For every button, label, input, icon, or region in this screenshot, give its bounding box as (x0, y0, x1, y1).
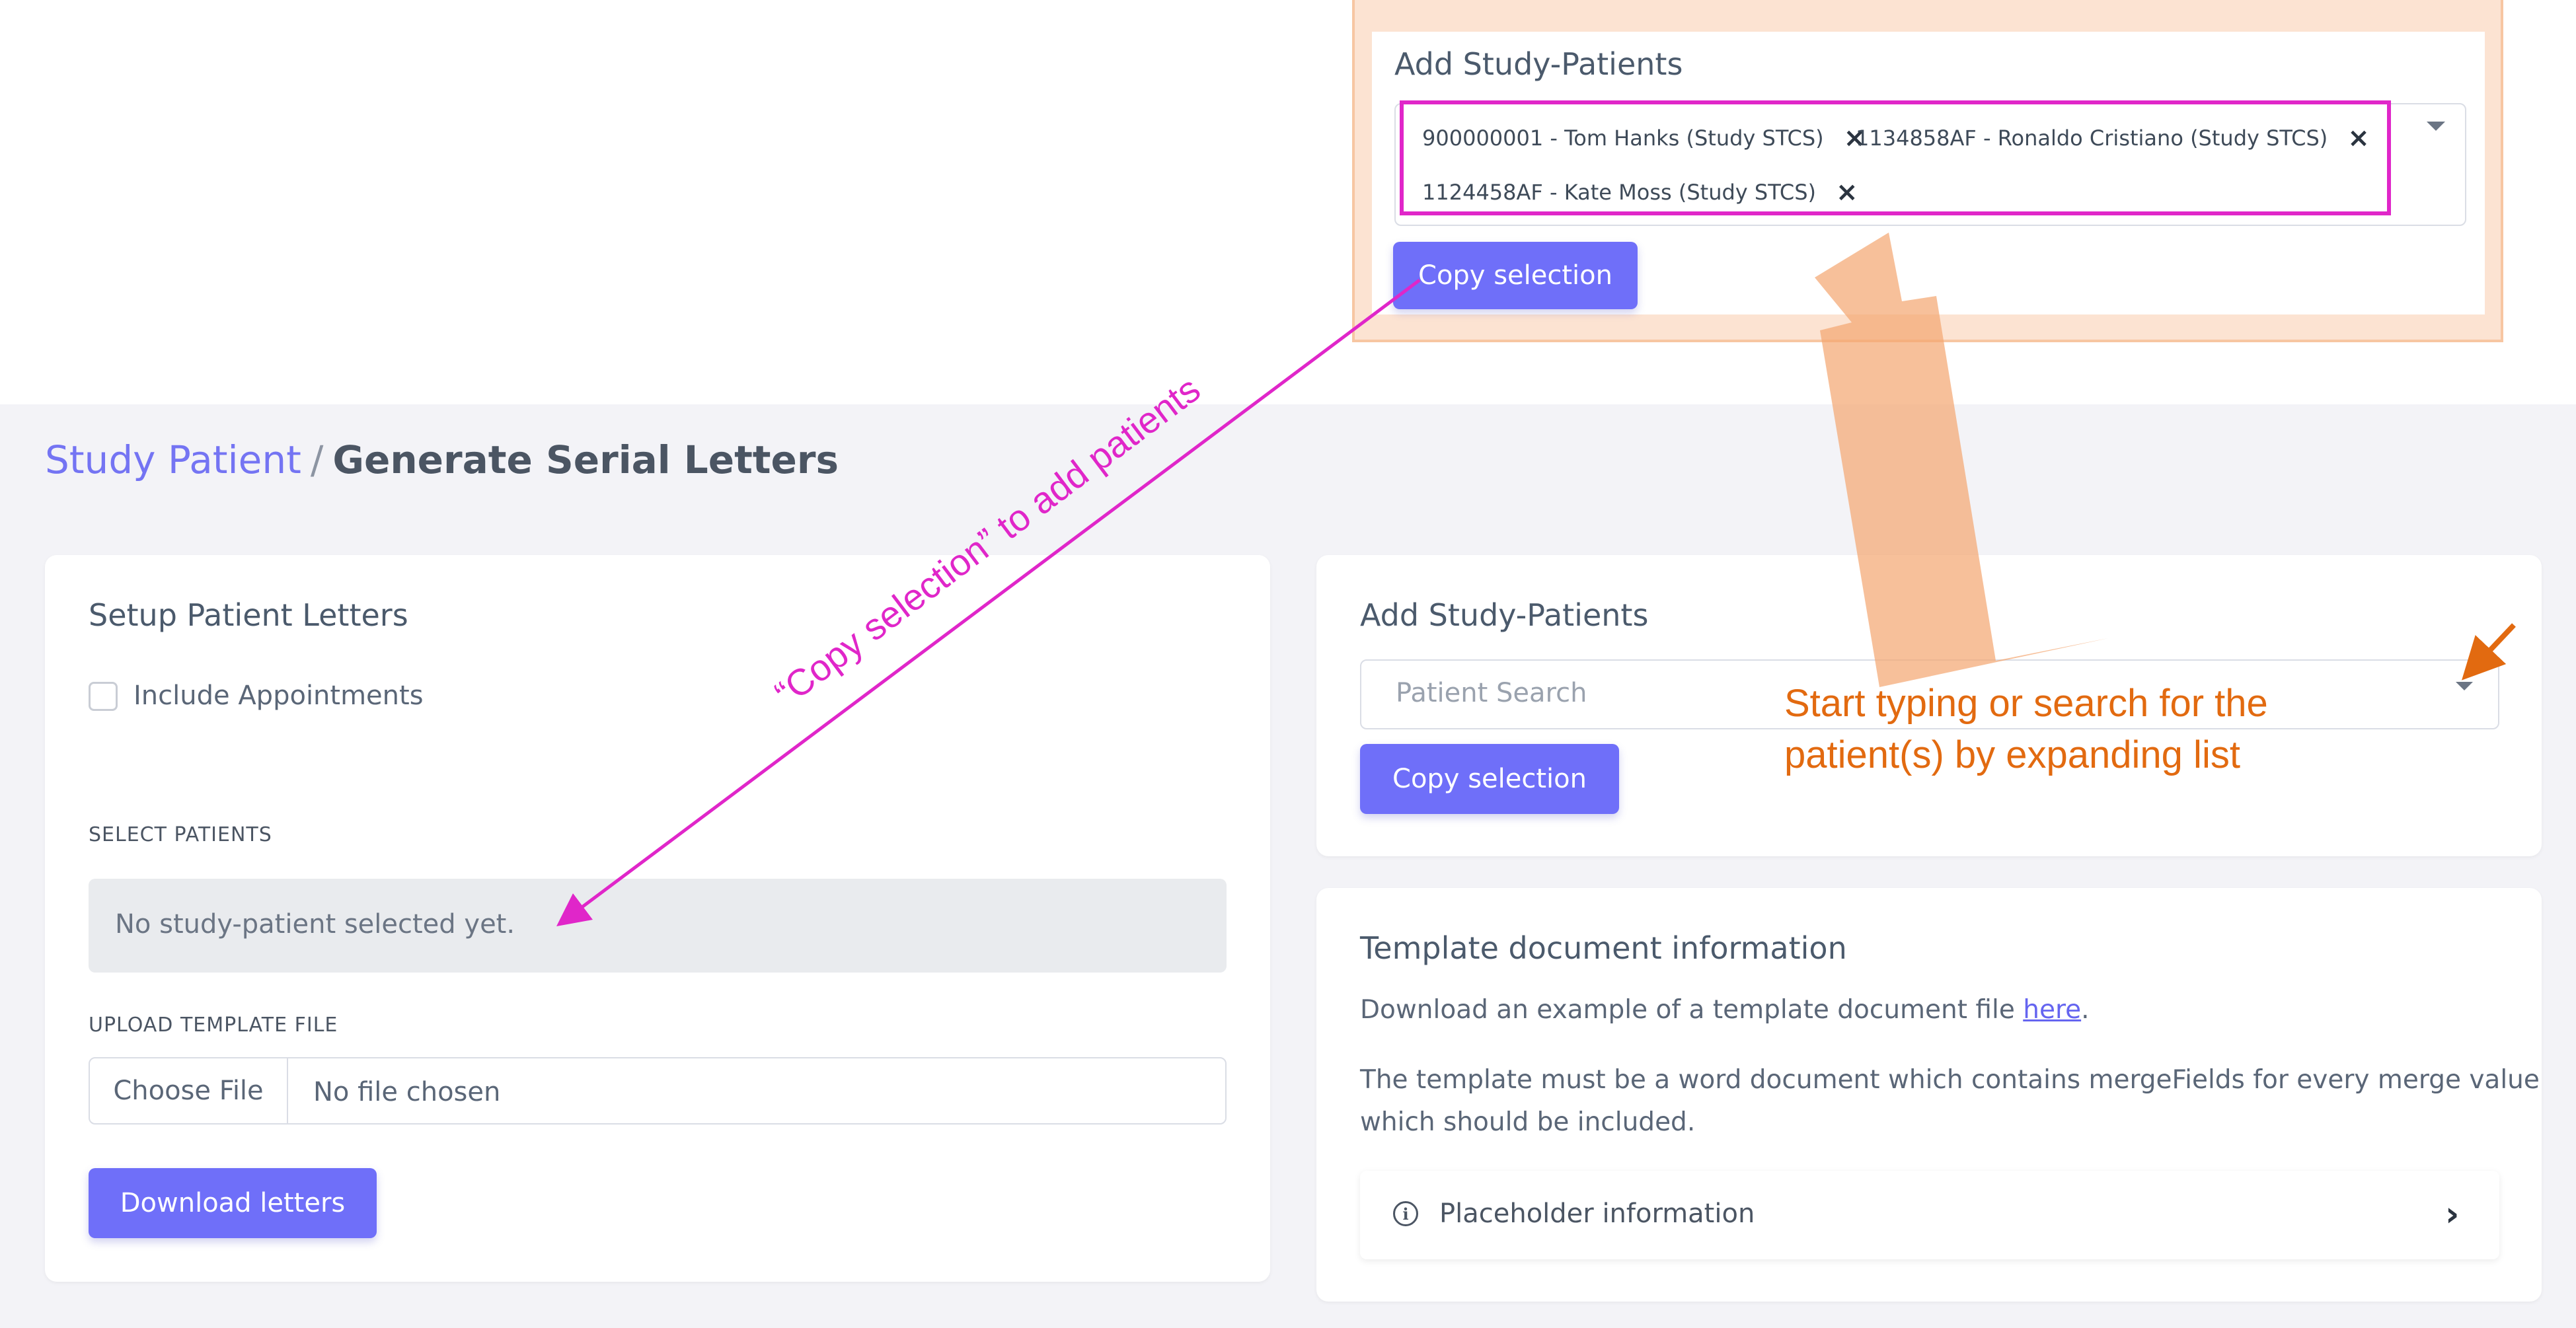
no-patient-selected-text: No study-patient selected yet. (115, 909, 515, 940)
placeholder-information-label: Placeholder information (1439, 1199, 1755, 1229)
search-hint-line-1: Start typing or search for the (1784, 682, 2268, 725)
breadcrumb-separator: / (310, 437, 324, 482)
copy-selection-button[interactable]: Copy selection (1360, 744, 1619, 814)
inset-copy-selection-button[interactable]: Copy selection (1393, 242, 1638, 309)
choose-file-button[interactable]: Choose File (90, 1058, 288, 1123)
search-hint-line-2: patient(s) by expanding list (1784, 733, 2240, 776)
download-letters-button[interactable]: Download letters (89, 1168, 377, 1238)
patient-search-placeholder: Patient Search (1396, 678, 1587, 708)
include-appointments-checkbox[interactable] (89, 682, 118, 711)
file-status-text: No file chosen (313, 1077, 501, 1107)
breadcrumb: Study Patient / Generate Serial Letters (45, 437, 839, 482)
template-download-text: Download an example of a template docume… (1360, 995, 2090, 1025)
search-hint-annotation: Start typing or search for the patient(s… (1784, 678, 2268, 781)
add-card-title: Add Study-Patients (1360, 597, 1649, 633)
chevron-down-icon[interactable] (2456, 682, 2473, 690)
template-download-prefix: Download an example of a template docume… (1360, 995, 2024, 1025)
info-icon: i (1393, 1201, 1418, 1226)
upload-template-label: UPLOAD TEMPLATE FILE (89, 1014, 338, 1037)
chevron-right-icon[interactable]: › (2445, 1195, 2459, 1234)
select-patients-label: SELECT PATIENTS (89, 823, 272, 846)
include-appointments-label: Include Appointments (133, 681, 424, 711)
inset-card-title: Add Study-Patients (1394, 46, 1683, 82)
page-title: Generate Serial Letters (332, 437, 839, 482)
template-card-title: Template document information (1360, 930, 1847, 966)
template-description-line-2: which should be included. (1360, 1107, 1696, 1137)
breadcrumb-link-study-patient[interactable]: Study Patient (45, 437, 301, 482)
chevron-down-icon[interactable] (2427, 122, 2445, 131)
template-example-link[interactable]: here (2023, 995, 2081, 1025)
setup-card-title: Setup Patient Letters (89, 597, 408, 633)
template-download-suffix: . (2081, 995, 2090, 1025)
annotation-highlight-box (1400, 100, 2391, 215)
template-description-line-1: The template must be a word document whi… (1360, 1065, 2540, 1095)
